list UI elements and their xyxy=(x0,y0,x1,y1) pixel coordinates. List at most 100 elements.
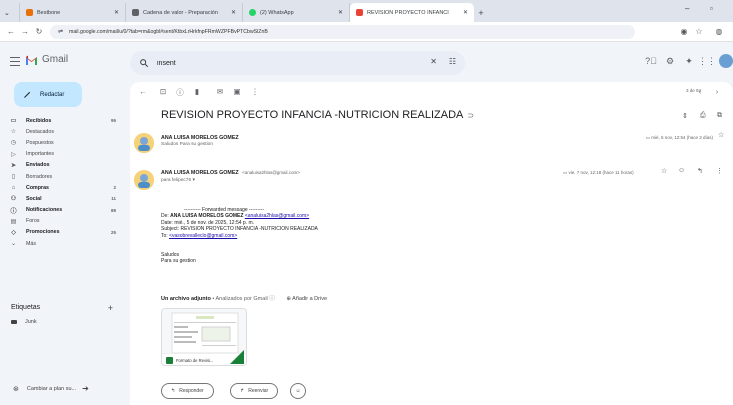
attachment-card[interactable]: Formato de Revisi... xyxy=(161,308,247,366)
address-bar-row: ← → ↻ ⇌ mail.google.com/mail/u/0/?tab=rm… xyxy=(0,22,733,42)
minimize-icon[interactable]: – xyxy=(685,4,689,13)
upgrade-plan-link[interactable]: ⊛ Cambiar a plan su... ➔ xyxy=(13,384,89,393)
sender-photo-icon xyxy=(134,133,154,153)
nav-item[interactable]: ➤ Enviados xyxy=(0,160,128,171)
close-tab-icon[interactable]: ✕ xyxy=(114,9,119,16)
recipient-dropdown[interactable]: para felipec76 ▾ xyxy=(161,178,195,183)
browser-tab-4-active[interactable]: REVISION PROYECTO INFANCI ✕ xyxy=(350,3,474,22)
arrow-right-icon: ➔ xyxy=(82,384,89,393)
nav-label: Más xyxy=(26,240,37,247)
nav-item[interactable]: ⌄ Más xyxy=(0,238,128,249)
from-label: De: xyxy=(161,213,169,220)
message-2-sender[interactable]: ANA LUISA MORELOS GOMEZ xyxy=(161,170,239,176)
attachments-header: Un archivo adjunto • Analizados por Gmai… xyxy=(161,294,327,302)
sender-avatar[interactable] xyxy=(134,170,154,190)
tab-list-button[interactable]: ⌄ xyxy=(0,3,20,22)
main-menu-icon[interactable] xyxy=(10,57,20,68)
compose-button[interactable]: Redactar xyxy=(14,82,82,107)
message-more-icon[interactable]: ⋮ xyxy=(716,167,723,175)
close-tab-icon[interactable]: ✕ xyxy=(231,9,236,16)
emoji-react-icon[interactable]: ☺ xyxy=(678,167,685,174)
close-tab-icon[interactable]: ✕ xyxy=(463,9,468,16)
nav-item[interactable]: ▤ Foros xyxy=(0,216,128,227)
message-1-sender[interactable]: ANA LUISA MORELOS GOMEZ xyxy=(161,135,239,141)
message-2-sender-line: ANA LUISA MORELOS GOMEZ <analuisa2hlas@g… xyxy=(161,170,300,176)
sender-avatar[interactable] xyxy=(134,133,154,153)
tab-title: Bestbone xyxy=(37,9,61,16)
close-tab-icon[interactable]: ✕ xyxy=(338,9,343,16)
search-options-icon[interactable]: ☷ xyxy=(449,57,456,66)
gemini-sparkle-icon[interactable]: ✦ xyxy=(683,55,695,67)
browser-tab-1[interactable]: Bestbone ✕ xyxy=(20,3,126,22)
label-item-junk[interactable]: Junk xyxy=(11,319,121,325)
important-marker-icon[interactable]: ⊃ xyxy=(467,111,474,120)
nav-label: Pospuestos xyxy=(26,139,54,146)
help-icon[interactable]: ?⃝ xyxy=(645,55,657,67)
attachments-title: Un archivo adjunto xyxy=(161,296,211,302)
reply-button[interactable]: ↰ Responder xyxy=(161,383,214,399)
bookmark-star-icon[interactable]: ☆ xyxy=(693,25,705,37)
site-info-icon[interactable]: ⇌ xyxy=(58,28,63,35)
profile-icon[interactable]: ◍ xyxy=(713,25,725,37)
forward-icon[interactable]: → xyxy=(18,25,32,39)
nav-label: Destacados xyxy=(26,128,54,135)
nav-item[interactable]: ◷ Pospuestos xyxy=(0,137,128,148)
extensions-icon[interactable]: ◉ xyxy=(678,25,690,37)
add-label-button[interactable]: + xyxy=(108,303,113,313)
open-new-window-icon[interactable]: ⧉ xyxy=(717,112,722,120)
greeting-line-2: Para su gestion xyxy=(161,258,196,265)
delete-icon[interactable]: ▮ xyxy=(192,87,202,96)
message-2-date: ▭ vie, 7 nov, 12:18 (hace 11 horas) xyxy=(563,170,634,176)
nav-item[interactable]: ⌂ Compras 2 xyxy=(0,182,128,193)
back-to-list-icon[interactable]: ← xyxy=(138,87,148,96)
nav-item[interactable]: ◇ Promociones 25 xyxy=(0,227,128,238)
search-input[interactable] xyxy=(157,59,427,67)
newer-chevron-icon[interactable]: ‹ xyxy=(695,87,705,96)
search-icon[interactable] xyxy=(139,58,149,68)
new-tab-button[interactable]: + xyxy=(474,3,488,22)
apps-grid-icon[interactable]: ⋮⋮ xyxy=(698,55,716,67)
url-field[interactable]: ⇌ mail.google.com/mail/u/0/?tab=rm&ogbl#… xyxy=(50,24,635,39)
nav-item[interactable]: ▭ Recibidos 95 xyxy=(0,115,128,126)
pencil-icon xyxy=(24,91,31,98)
attachment-filename: Formato de Revisi... xyxy=(176,358,214,363)
nav-label: Social xyxy=(26,195,42,202)
mark-unread-icon[interactable]: ✉ xyxy=(215,87,225,96)
from-email-link[interactable]: <analuisa2hlas@gmail.com> xyxy=(245,213,309,219)
clear-search-icon[interactable]: ✕ xyxy=(430,57,437,66)
add-to-drive-button[interactable]: ⊕ Añadir a Drive xyxy=(286,296,327,302)
maximize-icon[interactable]: ▫ xyxy=(710,4,713,13)
report-spam-icon[interactable]: ⓘ xyxy=(175,87,185,98)
account-avatar[interactable] xyxy=(719,54,733,68)
snooze-icon[interactable]: ▣ xyxy=(232,87,242,96)
message-2-star-icon[interactable]: ☆ xyxy=(661,167,667,175)
nav-count: 11 xyxy=(111,196,116,202)
expand-all-icon[interactable]: ⇕ xyxy=(682,112,688,120)
forward-button[interactable]: ↱ Reenviar xyxy=(230,383,279,399)
nav-item[interactable]: ⓘ Notificaciones 89 xyxy=(0,205,128,216)
browser-tab-2[interactable]: Cadena de valor - Preparación ✕ xyxy=(126,3,243,22)
older-chevron-icon[interactable]: › xyxy=(712,87,722,96)
message-toolbar: ← ⊡ ⓘ ▮ ✉ ▣ ⋮ 3 de 94 ‹ › xyxy=(130,82,733,102)
nav-item[interactable]: ▯ Borradores xyxy=(0,171,128,182)
browser-tab-3[interactable]: (2) WhatsApp ✕ xyxy=(243,3,350,22)
nav-item[interactable]: ⚇ Social 11 xyxy=(0,193,128,204)
message-1-star-icon[interactable]: ☆ xyxy=(718,131,724,139)
gmail-logo[interactable]: Gmail xyxy=(25,54,68,65)
nav-item[interactable]: ▷ Importantes xyxy=(0,149,128,160)
emoji-button[interactable]: ☺ xyxy=(290,383,306,399)
reload-icon[interactable]: ↻ xyxy=(32,25,46,39)
email-subject: REVISION PROYECTO INFANCIA -NUTRICION RE… xyxy=(161,109,474,121)
reply-icon[interactable]: ↰ xyxy=(697,167,703,175)
to-email-link[interactable]: <vasobrevalleclo@gmail.com> xyxy=(169,233,237,239)
labels-title: Etiquetas xyxy=(11,304,41,311)
more-options-icon[interactable]: ⋮ xyxy=(250,87,260,96)
archive-icon[interactable]: ⊡ xyxy=(158,87,168,96)
nav-icon: ⌂ xyxy=(11,184,16,191)
settings-gear-icon[interactable]: ⚙ xyxy=(664,55,676,67)
message-1-snippet[interactable]: Saludos Para su gestion xyxy=(161,142,213,147)
back-icon[interactable]: ← xyxy=(4,25,18,39)
message-1-date: ▭ mié, 5 nov, 12:54 (hace 3 días) xyxy=(646,135,713,141)
print-icon[interactable]: ⎙ xyxy=(700,112,706,120)
nav-item[interactable]: ☆ Destacados xyxy=(0,126,128,137)
